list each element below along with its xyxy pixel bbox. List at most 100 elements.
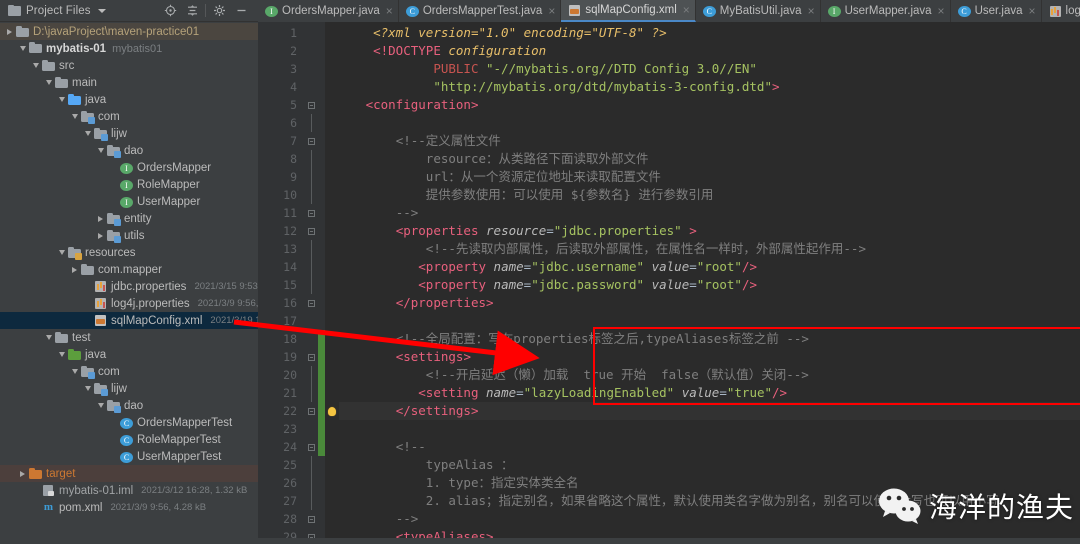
tree-row[interactable]: C OrdersMapperTest	[0, 414, 258, 431]
tree-row[interactable]: java	[0, 346, 258, 363]
fold-marker[interactable]	[304, 96, 318, 114]
code-line[interactable]: <!--定义属性文件	[339, 132, 1080, 150]
tree-row[interactable]: com	[0, 108, 258, 125]
chevron-down-icon[interactable]	[82, 383, 93, 394]
editor-tab[interactable]: C OrdersMapperTest.java ×	[399, 0, 562, 22]
chevron-down-icon[interactable]	[17, 43, 28, 54]
close-icon[interactable]: ×	[683, 4, 690, 16]
code-line[interactable]: url：从一个资源定位地址来读取配置文件	[339, 168, 1080, 186]
chevron-down-icon[interactable]	[69, 366, 80, 377]
code-lines[interactable]: <?xml version="1.0" encoding="UTF-8" ?> …	[339, 22, 1080, 544]
tree-row[interactable]: utils	[0, 227, 258, 244]
editor-tab[interactable]: sqlMapConfig.xml ×	[561, 0, 696, 22]
editor-tab[interactable]: I OrdersMapper.java ×	[258, 0, 399, 22]
fold-marker[interactable]	[304, 438, 318, 456]
tree-row[interactable]: C UserMapperTest	[0, 448, 258, 465]
code-line[interactable]: <!--开启延迟（懒）加载 true 开始 false（默认值）关闭-->	[339, 366, 1080, 384]
editor-tab[interactable]: C MyBatisUtil.java ×	[696, 0, 821, 22]
tree-row[interactable]: dao	[0, 397, 258, 414]
close-icon[interactable]: ×	[808, 5, 815, 17]
fold-collapse-icon[interactable]	[307, 137, 315, 145]
tree-row[interactable]: lijw	[0, 380, 258, 397]
chevron-down-icon[interactable]	[56, 247, 67, 258]
chevron-down-icon[interactable]	[56, 349, 67, 360]
chevron-down-icon[interactable]	[43, 332, 54, 343]
code-line[interactable]: -->	[339, 204, 1080, 222]
code-line[interactable]: PUBLIC "-//mybatis.org//DTD Config 3.0//…	[339, 60, 1080, 78]
tree-row[interactable]: src	[0, 57, 258, 74]
fold-collapse-icon[interactable]	[307, 227, 315, 235]
intention-bulb-column[interactable]	[325, 22, 339, 544]
code-line[interactable]: <properties resource="jdbc.properties" >	[339, 222, 1080, 240]
tree-row[interactable]: target	[0, 465, 258, 482]
chevron-right-icon[interactable]	[95, 213, 106, 224]
code-line[interactable]: <!--先读取内部属性，后读取外部属性，在属性名一样时，外部属性起作用-->	[339, 240, 1080, 258]
tree-row[interactable]: dao	[0, 142, 258, 159]
code-line[interactable]: <!--	[339, 438, 1080, 456]
fold-marker[interactable]	[304, 294, 318, 312]
tree-row[interactable]: C RoleMapperTest	[0, 431, 258, 448]
code-line[interactable]: <setting name="lazyLoadingEnabled" value…	[339, 384, 1080, 402]
chevron-down-icon[interactable]	[43, 77, 54, 88]
fold-marker[interactable]	[304, 132, 318, 150]
code-line[interactable]	[339, 312, 1080, 330]
tree-row[interactable]: D:\javaProject\maven-practice01	[0, 23, 258, 40]
code-line[interactable]: <?xml version="1.0" encoding="UTF-8" ?>	[339, 24, 1080, 42]
close-icon[interactable]: ×	[548, 5, 555, 17]
fold-marker[interactable]	[304, 510, 318, 528]
minimize-icon[interactable]	[230, 1, 252, 21]
fold-collapse-icon[interactable]	[307, 443, 315, 451]
fold-end-icon[interactable]	[307, 407, 315, 415]
collapse-all-icon[interactable]	[181, 1, 203, 21]
tree-row[interactable]: m pom.xml 2021/3/9 9:56, 4.28 kB	[0, 499, 258, 516]
fold-collapse-icon[interactable]	[307, 101, 315, 109]
editor-tab[interactable]: log4j.properties	[1042, 0, 1080, 22]
chevron-down-icon[interactable]	[95, 400, 106, 411]
code-folding-column[interactable]	[304, 22, 318, 544]
chevron-right-icon[interactable]	[4, 26, 15, 37]
project-tree[interactable]: D:\javaProject\maven-practice01 mybatis-0…	[0, 22, 258, 544]
bulb-glyph[interactable]	[328, 406, 336, 416]
tree-row[interactable]: log4j.properties 2021/3/9 9:56, 353 B	[0, 295, 258, 312]
chevron-down-icon[interactable]	[30, 60, 41, 71]
code-line[interactable]: 1. type：指定实体类全名	[339, 474, 1080, 492]
code-line[interactable]: <!--全局配置：写在properties标签之后,typeAliases标签之…	[339, 330, 1080, 348]
tree-row[interactable]: com	[0, 363, 258, 380]
tree-row[interactable]: entity	[0, 210, 258, 227]
locate-target-icon[interactable]	[159, 1, 181, 21]
chevron-down-icon[interactable]	[82, 128, 93, 139]
code-line[interactable]: <configuration>	[339, 96, 1080, 114]
intention-bulb-icon[interactable]	[325, 402, 339, 420]
close-icon[interactable]: ×	[938, 5, 945, 17]
code-line[interactable]: resource：从类路径下面读取外部文件	[339, 150, 1080, 168]
code-line[interactable]	[339, 420, 1080, 438]
code-view[interactable]: 1 2 3 4 5 6 7 8 9 10 11 12 13 14 15 16 17 18 19 20 21 22 23 24 2…	[258, 22, 1080, 544]
fold-end-icon[interactable]	[307, 515, 315, 523]
code-line[interactable]: 2. alias；指定别名，如果省略这个属性，默认使用类名字做为别名，别名可以使…	[339, 492, 1080, 510]
fold-marker[interactable]	[304, 222, 318, 240]
tree-row[interactable]: java	[0, 91, 258, 108]
tree-row[interactable]: mybatis-01.iml 2021/3/12 16:28, 1.32 kB	[0, 482, 258, 499]
code-line[interactable]: -->	[339, 510, 1080, 528]
chevron-down-icon[interactable]	[69, 111, 80, 122]
code-line[interactable]: <property name="jdbc.username" value="ro…	[339, 258, 1080, 276]
close-icon[interactable]: ×	[1029, 5, 1036, 17]
chevron-down-icon[interactable]	[56, 94, 67, 105]
tree-row[interactable]: I OrdersMapper	[0, 159, 258, 176]
code-line[interactable]	[339, 114, 1080, 132]
code-line[interactable]: </settings>	[339, 402, 1080, 420]
code-line[interactable]: "http://mybatis.org/dtd/mybatis-3-config…	[339, 78, 1080, 96]
fold-end-icon[interactable]	[307, 209, 315, 217]
chevron-down-icon[interactable]	[95, 145, 106, 156]
tree-row[interactable]: sqlMapConfig.xml 2021/3/19 10:37	[0, 312, 258, 329]
chevron-right-icon[interactable]	[17, 468, 28, 479]
chevron-right-icon[interactable]	[69, 264, 80, 275]
code-line[interactable]: <settings>	[339, 348, 1080, 366]
close-icon[interactable]: ×	[386, 5, 393, 17]
code-line[interactable]: </properties>	[339, 294, 1080, 312]
fold-marker[interactable]	[304, 348, 318, 366]
fold-end-icon[interactable]	[307, 299, 315, 307]
editor-tab-bar[interactable]: I OrdersMapper.java × C OrdersMapperTest.jav…	[258, 0, 1080, 22]
fold-marker[interactable]	[304, 402, 318, 420]
fold-marker[interactable]	[304, 204, 318, 222]
